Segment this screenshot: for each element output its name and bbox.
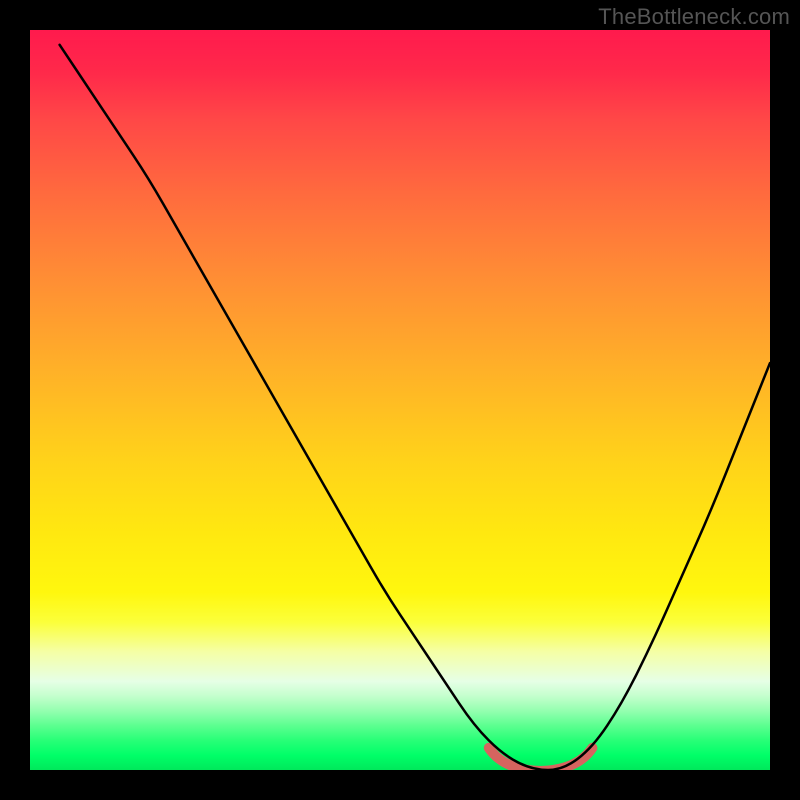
plot-area [30,30,770,770]
bottleneck-curve [60,45,770,770]
watermark-label: TheBottleneck.com [598,4,790,30]
chart-frame: TheBottleneck.com [0,0,800,800]
bottleneck-curve-svg [30,30,770,770]
